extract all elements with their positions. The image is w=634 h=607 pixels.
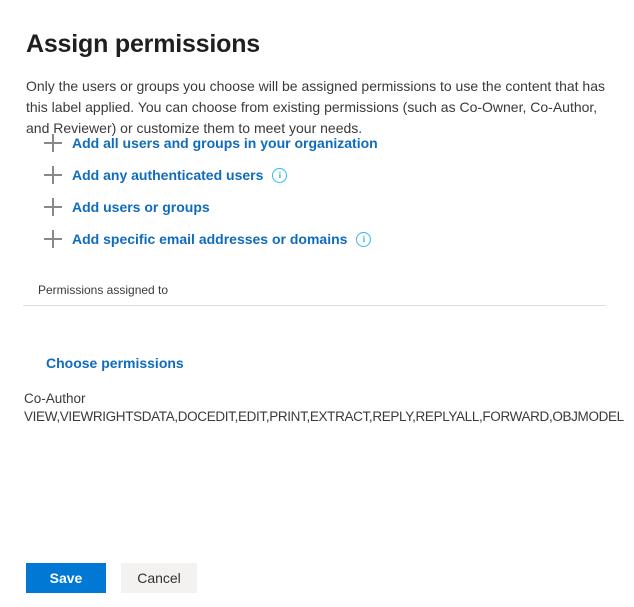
add-users-or-groups-row[interactable]: Add users or groups [44,191,604,223]
section-divider [23,305,606,306]
permission-rights: VIEW,VIEWRIGHTSDATA,DOCEDIT,EDIT,PRINT,E… [24,409,624,424]
add-all-users-and-groups-row[interactable]: Add all users and groups in your organiz… [44,127,604,159]
page-title: Assign permissions [26,29,260,58]
assign-permissions-panel: Assign permissions Only the users or gro… [0,0,634,607]
add-users-or-groups-label: Add users or groups [72,199,210,215]
save-button[interactable]: Save [26,563,106,593]
info-icon[interactable]: i [272,167,288,183]
footer-actions: Save Cancel [26,563,197,593]
add-any-authenticated-users-row[interactable]: Add any authenticated users i [44,159,604,191]
plus-icon [44,134,62,152]
plus-icon [44,230,62,248]
permission-name: Co-Author [24,391,86,406]
permissions-assigned-to-label: Permissions assigned to [38,283,169,297]
add-specific-email-addresses-row[interactable]: Add specific email addresses or domains … [44,223,604,255]
plus-icon [44,166,62,184]
add-specific-email-addresses-label: Add specific email addresses or domains [72,231,348,247]
add-permissions-link-list: Add all users and groups in your organiz… [44,127,604,255]
plus-icon [44,198,62,216]
permission-summary: Co-Author VIEW,VIEWRIGHTSDATA,DOCEDIT,ED… [24,390,624,426]
info-icon[interactable]: i [356,231,372,247]
add-any-authenticated-users-label: Add any authenticated users [72,167,264,183]
add-all-users-and-groups-label: Add all users and groups in your organiz… [72,135,378,151]
choose-permissions-link[interactable]: Choose permissions [46,355,184,371]
cancel-button[interactable]: Cancel [121,563,197,593]
